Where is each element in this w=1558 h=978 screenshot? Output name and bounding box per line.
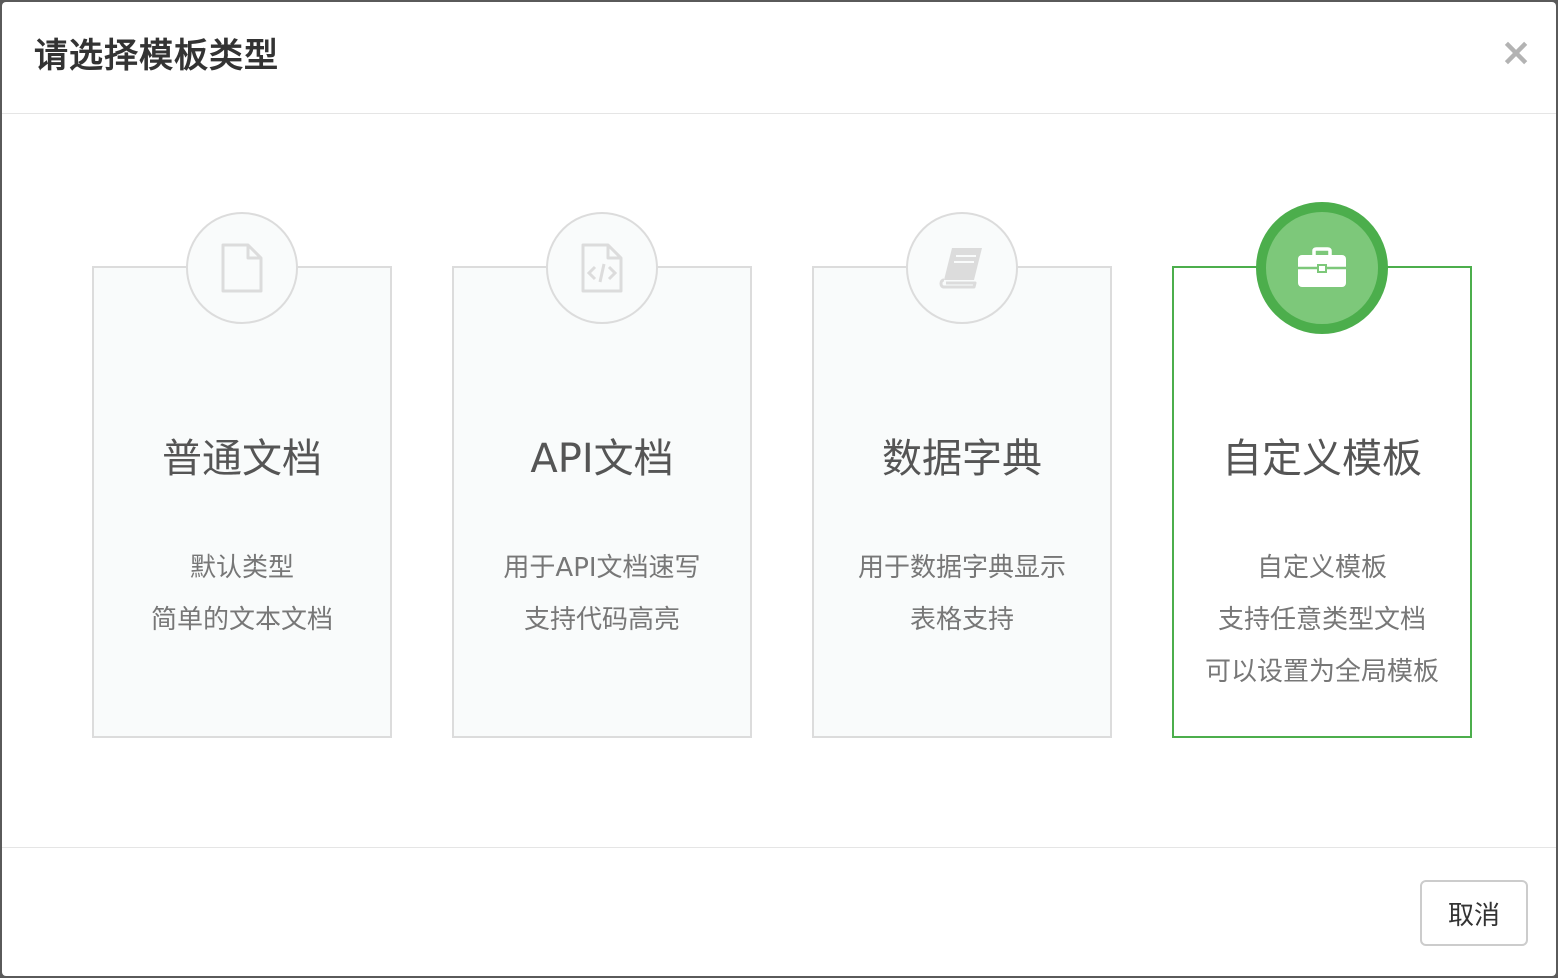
dialog-footer: 取消: [2, 847, 1556, 977]
card-description: 默认类型 简单的文本文档: [92, 542, 392, 646]
card-title: API文档: [530, 436, 674, 482]
template-card-custom[interactable]: 自定义模板 自定义模板 支持任意类型文档 可以设置为全局模板: [1172, 202, 1472, 738]
card-frame: [452, 266, 752, 738]
template-card-normal-doc[interactable]: 普通文档 默认类型 简单的文本文档: [92, 212, 392, 738]
description-line: 支持任意类型文档: [1217, 605, 1426, 635]
card-description: 用于API文档速写 支持代码高亮: [452, 542, 752, 646]
card-description: 用于数据字典显示 表格支持: [812, 542, 1112, 646]
file-icon: [186, 212, 298, 324]
card-title: 自定义模板: [1222, 436, 1422, 482]
cancel-button[interactable]: 取消: [1420, 880, 1528, 946]
card-description: 自定义模板 支持任意类型文档 可以设置为全局模板: [1172, 542, 1472, 698]
book-icon: [906, 212, 1018, 324]
description-line: 默认类型: [189, 553, 294, 583]
template-card-data-dictionary[interactable]: 数据字典 用于数据字典显示 表格支持: [812, 212, 1112, 738]
description-line: 自定义模板: [1256, 553, 1387, 583]
dialog-body: 普通文档 默认类型 简单的文本文档 API文档 用于API文档速写 支持代码高亮…: [2, 114, 1556, 847]
close-button[interactable]: ×: [1498, 32, 1534, 72]
code-file-icon: [546, 212, 658, 324]
dialog-header: 请选择模板类型 ×: [2, 2, 1556, 114]
description-line: 支持代码高亮: [523, 605, 680, 635]
description-line: 简单的文本文档: [150, 605, 333, 635]
description-line: 可以设置为全局模板: [1204, 657, 1439, 687]
briefcase-icon: [1256, 202, 1388, 334]
description-line: 用于API文档速写: [503, 553, 701, 583]
template-dialog: 请选择模板类型 × 普通文档 默认类型 简单的文本文档 API文档 用于API文…: [2, 2, 1556, 976]
description-line: 用于数据字典显示: [857, 553, 1066, 583]
template-card-api-doc[interactable]: API文档 用于API文档速写 支持代码高亮: [452, 212, 752, 738]
card-frame: [92, 266, 392, 738]
card-title: 普通文档: [162, 436, 322, 482]
dialog-title: 请选择模板类型: [34, 36, 279, 76]
template-options: 普通文档 默认类型 简单的文本文档 API文档 用于API文档速写 支持代码高亮…: [92, 202, 1472, 738]
card-frame: [812, 266, 1112, 738]
description-line: 表格支持: [909, 605, 1014, 635]
card-title: 数据字典: [882, 436, 1042, 482]
